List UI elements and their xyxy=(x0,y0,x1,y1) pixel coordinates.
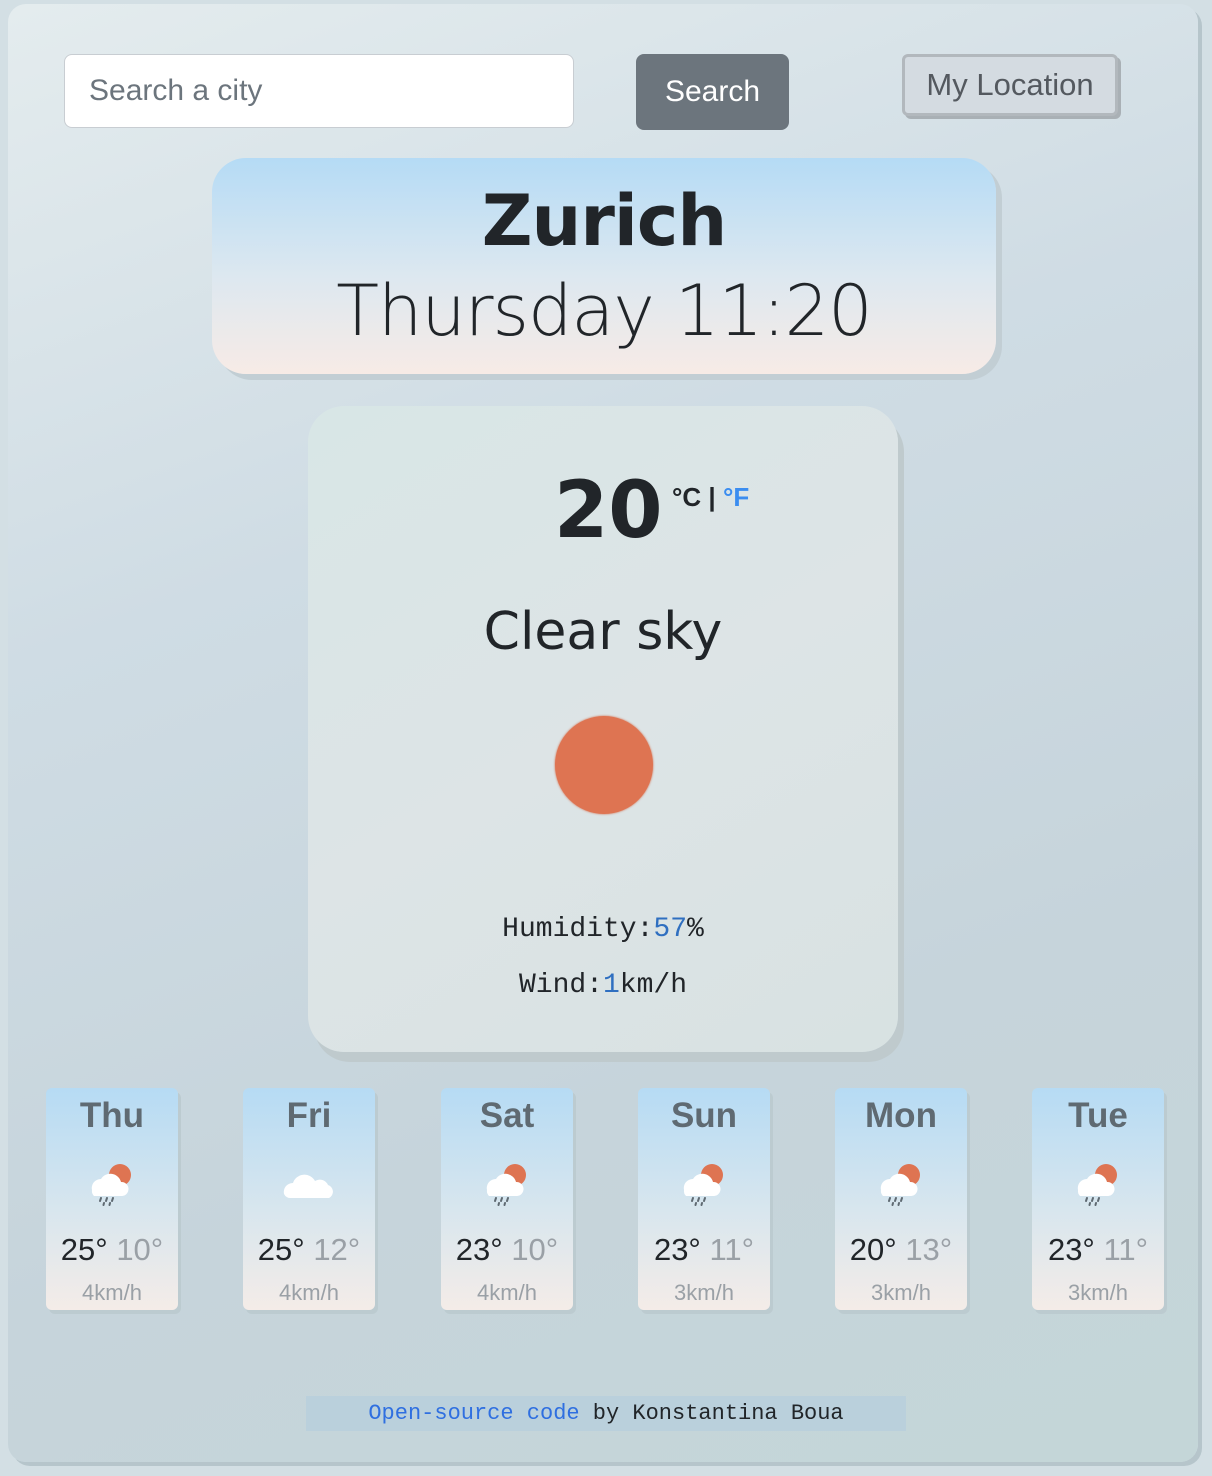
wind-label: Wind: xyxy=(518,970,603,1001)
humidity-unit: % xyxy=(687,914,704,945)
unit-toggle: °C | °F xyxy=(672,482,749,513)
search-button[interactable]: Search xyxy=(636,54,789,130)
forecast-day-card: Tue 23° 11° 3km/h xyxy=(1032,1088,1164,1310)
forecast-max-temp: 25° xyxy=(257,1232,305,1267)
footer: Open-source code by Konstantina Boua xyxy=(306,1396,906,1431)
forecast-max-temp: 23° xyxy=(1047,1232,1095,1267)
forecast-min-temp: 11° xyxy=(709,1232,755,1267)
celsius-unit[interactable]: °C xyxy=(672,482,701,512)
forecast-day-card: Fri 25° 12° 4km/h xyxy=(243,1088,375,1310)
forecast-temps: 25° 12° xyxy=(243,1232,375,1268)
city-name: Zurich xyxy=(481,180,727,262)
unit-separator: | xyxy=(708,482,716,512)
forecast-temps: 23° 11° xyxy=(638,1232,770,1268)
wind-value: 1 xyxy=(602,970,620,1001)
humidity-value: 57 xyxy=(653,914,688,945)
forecast-wind: 4km/h xyxy=(279,1280,339,1305)
city-header-card: Zurich Thursday 11:20 xyxy=(212,158,996,374)
fahrenheit-link[interactable]: °F xyxy=(723,482,749,512)
forecast-day-name: Tue xyxy=(1068,1096,1128,1135)
forecast-temps: 23° 10° xyxy=(441,1232,573,1268)
app-container: Search My Location Zurich Thursday 11:20… xyxy=(8,4,1198,1462)
forecast-max-temp: 25° xyxy=(60,1232,108,1267)
forecast-max-temp: 20° xyxy=(849,1232,897,1267)
sun-icon xyxy=(555,716,653,814)
forecast-day-card: Sun 23° 11° 3km/h xyxy=(638,1088,770,1310)
forecast-day-name: Fri xyxy=(286,1096,332,1135)
rain-sun-icon xyxy=(486,1164,526,1206)
forecast-min-temp: 10° xyxy=(511,1232,559,1267)
forecast-wind: 3km/h xyxy=(1068,1280,1128,1305)
humidity: Humidity:57% xyxy=(308,914,898,945)
humidity-label: Humidity: xyxy=(502,914,654,945)
forecast-wind: 3km/h xyxy=(871,1280,931,1305)
footer-credit: by Konstantina Boua xyxy=(579,1401,844,1426)
rain-sun-icon xyxy=(880,1164,920,1206)
forecast-day-name: Sat xyxy=(479,1096,535,1135)
day-time: Thursday 11:20 xyxy=(336,270,872,352)
forecast-min-temp: 12° xyxy=(313,1232,361,1267)
rain-sun-icon xyxy=(1077,1164,1117,1206)
forecast-max-temp: 23° xyxy=(653,1232,701,1267)
forecast-day-card: Thu 25° 10° 4km/h xyxy=(46,1088,178,1310)
forecast-min-temp: 11° xyxy=(1103,1232,1149,1267)
forecast-day-name: Mon xyxy=(865,1096,937,1135)
forecast-temps: 23° 11° xyxy=(1032,1232,1164,1268)
cloud-icon xyxy=(283,1174,333,1199)
rain-sun-icon xyxy=(683,1164,723,1206)
my-location-button[interactable]: My Location xyxy=(902,54,1118,116)
forecast-min-temp: 13° xyxy=(905,1232,953,1267)
forecast-min-temp: 10° xyxy=(116,1232,164,1267)
forecast-wind: 3km/h xyxy=(674,1280,734,1305)
wind: Wind:1km/h xyxy=(308,970,898,1001)
rain-sun-icon xyxy=(91,1164,131,1206)
forecast-day-name: Thu xyxy=(79,1096,145,1135)
forecast-temps: 20° 13° xyxy=(835,1232,967,1268)
weather-description: Clear sky xyxy=(483,602,723,662)
current-weather-card: 20 °C | °F Clear sky Humidity:57% Wind:1… xyxy=(308,406,898,1052)
forecast-max-temp: 23° xyxy=(455,1232,503,1267)
forecast-day-name: Sun xyxy=(670,1096,738,1135)
search-input[interactable] xyxy=(64,54,574,128)
forecast-temps: 25° 10° xyxy=(46,1232,178,1268)
forecast-wind: 4km/h xyxy=(477,1280,537,1305)
forecast-wind: 4km/h xyxy=(82,1280,142,1305)
open-source-link[interactable]: Open-source code xyxy=(368,1401,579,1426)
forecast-day-card: Sat 23° 10° 4km/h xyxy=(441,1088,573,1310)
wind-unit: km/h xyxy=(619,970,688,1001)
forecast-day-card: Mon 20° 13° 3km/h xyxy=(835,1088,967,1310)
current-temperature: 20 xyxy=(554,466,663,556)
